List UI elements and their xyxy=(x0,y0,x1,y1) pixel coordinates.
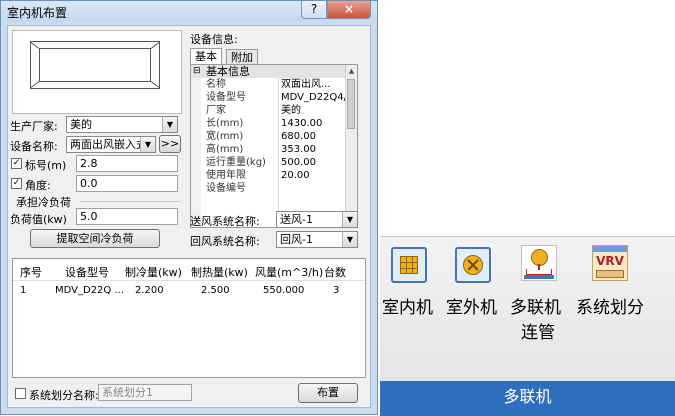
tab-basic[interactable]: 基本 xyxy=(190,48,222,65)
column-header-heating[interactable]: 制热量(kw) xyxy=(191,264,248,280)
column-header-index[interactable]: 序号 xyxy=(20,264,42,280)
help-button[interactable]: ? xyxy=(301,1,327,19)
column-header-model[interactable]: 设备型号 xyxy=(65,264,109,280)
device-name-value: 两面出风嵌入式 xyxy=(70,138,147,151)
property-row[interactable]: 长(mm) 1430.00 xyxy=(191,117,346,130)
ribbon-group-label: 多联机 xyxy=(380,381,675,416)
chevron-down-icon: ▼ xyxy=(162,117,177,132)
ribbon-multi-split-label: 多联机 xyxy=(510,298,561,318)
dialog-body: 生产厂家: 美的 ▼ 设备名称: 两面出风嵌入式 ▼ >> ✓ 标号(m) 2.… xyxy=(7,25,371,408)
angle-input[interactable]: 0.0 xyxy=(76,175,178,192)
property-row[interactable]: 使用年限 20.00 xyxy=(191,169,346,182)
property-row[interactable]: 名称 双面出风... xyxy=(191,78,346,91)
read-space-load-button[interactable]: 提取空间冷负荷 xyxy=(30,229,160,248)
column-header-count[interactable]: 台数 xyxy=(324,264,346,280)
unit-table: 序号 设备型号 制冷量(kw) 制热量(kw) 风量(m^3/h) 台数 1 M… xyxy=(12,258,366,378)
tab-extra[interactable]: 附加 xyxy=(226,49,258,65)
place-button[interactable]: 布置 xyxy=(298,383,358,403)
load-group-label: 承担冷负荷 xyxy=(16,196,71,209)
system-name-checkbox[interactable] xyxy=(15,388,26,399)
more-button[interactable]: >> xyxy=(159,135,181,153)
device-name-label: 设备名称: xyxy=(10,140,58,153)
property-row[interactable]: 设备型号MDV_D22Q4/N1 xyxy=(191,91,346,104)
group-divider xyxy=(80,201,180,202)
vrv-system-icon: VRV xyxy=(592,245,628,281)
window-title: 室内机布置 xyxy=(7,6,68,20)
indoor-unit-icon xyxy=(391,247,427,283)
angle-checkbox[interactable]: ✓ xyxy=(11,178,22,189)
model-checkbox[interactable]: ✓ xyxy=(11,158,22,169)
return-system-select[interactable]: 回风-1 ▼ xyxy=(276,231,358,248)
unit-inner-outline xyxy=(39,48,151,82)
load-value-label: 负荷值(kw) xyxy=(10,213,67,226)
outdoor-unit-icon xyxy=(455,247,491,283)
device-name-select[interactable]: 两面出风嵌入式 ▼ xyxy=(66,136,156,153)
device-info-label: 设备信息: xyxy=(190,33,238,46)
unit-outline xyxy=(30,41,160,89)
model-input[interactable]: 2.8 xyxy=(76,155,178,172)
ribbon-pipe-label: 连管 xyxy=(521,323,555,343)
collapse-icon[interactable]: ⊟ xyxy=(193,65,201,78)
ribbon-indoor-unit-label: 室内机 xyxy=(382,298,433,318)
manufacturer-label: 生产厂家: xyxy=(10,120,58,133)
ribbon-panel: 室内机 室外机 多联机 连管 VRV 系统划分 多联机 xyxy=(380,236,675,416)
chevron-down-icon: ▼ xyxy=(140,137,155,152)
chevron-down-icon: ▼ xyxy=(342,212,357,227)
scroll-up-icon[interactable]: ▲ xyxy=(346,65,357,77)
supply-system-select[interactable]: 送风-1 ▼ xyxy=(276,211,358,228)
property-category-label: 基本信息 xyxy=(206,65,250,78)
title-bar: 室内机布置 ? × xyxy=(1,1,377,21)
vrv-text: VRV xyxy=(596,254,624,268)
system-name-input[interactable]: 系统划分1 xyxy=(98,384,192,401)
property-scrollbar[interactable]: ▲ ▼ xyxy=(345,65,357,227)
column-header-airflow[interactable]: 风量(m^3/h) xyxy=(255,264,323,280)
property-row[interactable]: 厂家 美的 xyxy=(191,104,346,117)
column-header-cooling[interactable]: 制冷量(kw) xyxy=(125,264,182,280)
indoor-unit-layout-dialog: 室内机布置 ? × 生产厂家: 美的 ▼ 设备名称: 两面出风嵌入式 ▼ >> xyxy=(0,0,378,415)
scroll-thumb[interactable] xyxy=(347,79,355,129)
property-row[interactable]: 宽(mm) 680.00 xyxy=(191,130,346,143)
property-category[interactable]: ⊟ 基本信息 xyxy=(191,65,346,78)
return-system-value: 回风-1 xyxy=(280,233,313,246)
angle-check-label: 角度: xyxy=(25,179,51,192)
load-value-input[interactable]: 5.0 xyxy=(76,208,178,225)
ribbon-system-division-label: 系统划分 xyxy=(576,298,644,318)
property-row[interactable]: 运行重量(kg) 500.00 xyxy=(191,156,346,169)
system-name-label: 系统划分名称: xyxy=(29,389,99,402)
manufacturer-value: 美的 xyxy=(70,118,92,131)
pipe-connection-icon xyxy=(521,245,557,281)
ribbon-outdoor-unit-label: 室外机 xyxy=(446,298,497,318)
chevron-down-icon: ▼ xyxy=(342,232,357,247)
supply-system-label: 送风系统名称: xyxy=(190,215,260,228)
property-grid: ⊟ 基本信息 名称双面出风... 设备型号MDV_D22Q4/N1 厂家美的 长… xyxy=(190,64,358,228)
close-button[interactable]: × xyxy=(327,1,371,19)
property-row[interactable]: 高(mm) 353.00 xyxy=(191,143,346,156)
property-row[interactable]: 设备编号 xyxy=(191,182,346,195)
model-check-label: 标号(m) xyxy=(25,159,67,172)
return-system-label: 回风系统名称: xyxy=(190,235,260,248)
unit-preview xyxy=(12,30,182,114)
manufacturer-select[interactable]: 美的 ▼ xyxy=(66,116,178,133)
supply-system-value: 送风-1 xyxy=(280,213,313,226)
